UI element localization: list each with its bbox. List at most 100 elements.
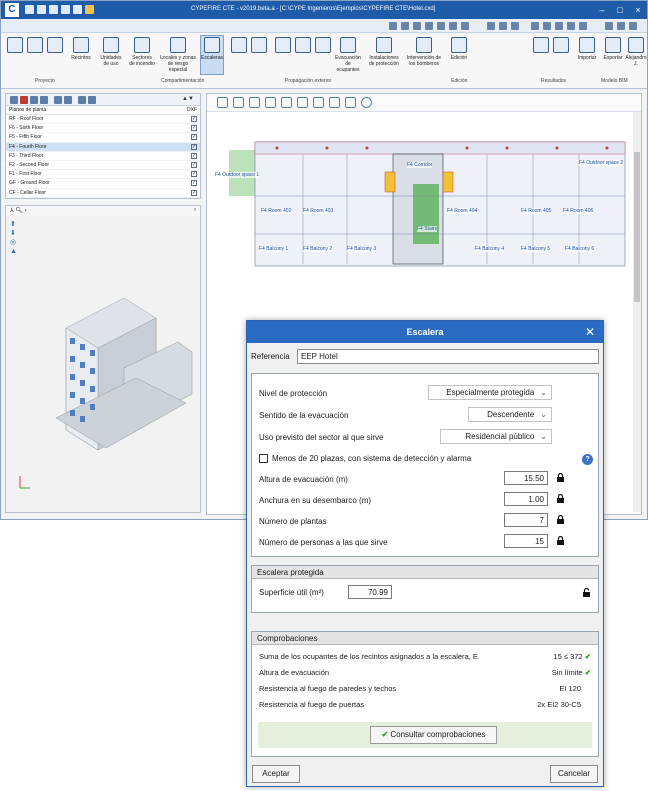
delete-icon[interactable]	[20, 96, 28, 104]
tool-icon[interactable]	[543, 22, 551, 30]
evacuacion-button[interactable]: Evacuación de ocupantes	[333, 37, 363, 73]
recintos-button[interactable]: Recintos	[67, 37, 95, 61]
close-icon[interactable]: ×	[631, 4, 645, 16]
lock-icon[interactable]	[556, 494, 566, 504]
importar-button[interactable]: Importar	[575, 37, 599, 61]
plan-label[interactable]: F4 Balcony 1	[259, 246, 289, 252]
maximize-icon[interactable]: □	[613, 4, 627, 16]
tool-icon[interactable]	[579, 22, 587, 30]
tool-icon[interactable]	[511, 22, 519, 30]
floor-row[interactable]: GF - Ground Floor ✓	[6, 179, 200, 189]
plan-label[interactable]: F4 Stairs	[417, 226, 438, 232]
anchura-input[interactable]: 1.00	[504, 492, 548, 506]
floor-row[interactable]: CF - Cellar Floor ✓	[6, 189, 200, 198]
minimize-icon[interactable]: –	[595, 4, 609, 16]
tool-icon[interactable]	[499, 22, 507, 30]
align-icon[interactable]	[313, 97, 324, 108]
floor-dxf-checkbox[interactable]: ✓	[191, 116, 197, 122]
plan-label[interactable]: F4 Corridor	[407, 162, 433, 168]
floors-button[interactable]	[47, 37, 63, 53]
floor-row[interactable]: F5 - Fifth Floor ✓	[6, 133, 200, 143]
plan-label[interactable]: F4 Balcony 5	[521, 246, 551, 252]
plan-label[interactable]: F4 Outdoor space 2	[579, 160, 624, 166]
floor-dxf-checkbox[interactable]: ✓	[191, 143, 197, 150]
app-logo[interactable]: C	[5, 3, 19, 17]
scroll-right-icon[interactable]: ›	[194, 207, 196, 213]
copy-icon[interactable]	[30, 96, 38, 104]
arrow-up-icon[interactable]	[54, 96, 62, 104]
escaleras-button[interactable]: Escaleras	[201, 37, 223, 61]
view-icon[interactable]	[413, 22, 421, 30]
unidades-button[interactable]: Unidades de uso	[97, 37, 125, 67]
nivel-select[interactable]: Especialmente protegida ⌄	[428, 385, 552, 400]
sentido-select[interactable]: Descendente ⌄	[468, 407, 552, 422]
tool-icon[interactable]	[531, 22, 539, 30]
view-icon[interactable]	[449, 22, 457, 30]
view-icon[interactable]	[401, 22, 409, 30]
ribbon-tool-icon[interactable]	[251, 37, 267, 53]
floor-dxf-checkbox[interactable]: ✓	[191, 171, 197, 178]
reference-input[interactable]: EEP Hotel	[297, 349, 599, 364]
customize-icon[interactable]	[85, 5, 94, 14]
uso-select[interactable]: Residencial público ⌄	[440, 429, 552, 444]
superficie-input[interactable]: 70.99	[348, 585, 392, 599]
floor-row[interactable]: F4 - Fourth Floor ✓	[6, 142, 200, 152]
sectores-button[interactable]: Sectores de incendio	[127, 37, 157, 67]
altura-input[interactable]: 15.50	[504, 471, 548, 485]
draw-icon[interactable]	[233, 97, 244, 108]
plan-label[interactable]: F4 Balcony 4	[475, 246, 505, 252]
menos20-checkbox[interactable]	[259, 454, 268, 463]
help-icon[interactable]	[73, 5, 82, 14]
view-icon[interactable]	[437, 22, 445, 30]
plan-label[interactable]: F4 Balcony 3	[347, 246, 377, 252]
plan-label[interactable]: F4 Room 402	[261, 208, 292, 214]
pencil-icon[interactable]	[217, 97, 228, 108]
floor-dxf-checkbox[interactable]: ✓	[191, 161, 197, 168]
personas-input[interactable]: 15	[504, 534, 548, 548]
view-icon[interactable]	[78, 96, 86, 104]
plan-label[interactable]: F4 Balcony 6	[565, 246, 595, 252]
unlock-icon[interactable]	[582, 588, 592, 598]
chevron-down-icon[interactable]: ▲▼	[182, 96, 194, 104]
floor-row[interactable]: F1 - First Floor ✓	[6, 170, 200, 180]
undo-icon[interactable]	[37, 5, 46, 14]
scrollbar-thumb[interactable]	[634, 152, 640, 302]
tool-icon[interactable]	[555, 22, 563, 30]
results-icon[interactable]	[533, 37, 549, 53]
instalaciones-button[interactable]: Instalaciones de protección	[367, 37, 401, 67]
consultar-comprobaciones-button[interactable]: ✔ Consultar comprobaciones	[370, 726, 497, 744]
check-icon[interactable]	[345, 97, 356, 108]
ribbon-tool-icon[interactable]	[275, 37, 291, 53]
paste-icon[interactable]	[40, 96, 48, 104]
edicion-button[interactable]: Edición	[447, 37, 471, 61]
ribbon-tool-icon[interactable]	[295, 37, 311, 53]
plan-label[interactable]: F4 Outdoor space 1	[215, 172, 260, 178]
tool-icon[interactable]	[487, 22, 495, 30]
plan-label[interactable]: F4 Room 403	[303, 208, 334, 214]
view-icon[interactable]	[389, 22, 397, 30]
view-icon[interactable]	[425, 22, 433, 30]
lock-icon[interactable]	[556, 515, 566, 525]
tool-icon[interactable]	[629, 22, 637, 30]
align-icon[interactable]	[329, 97, 340, 108]
vertical-scrollbar[interactable]	[633, 112, 641, 512]
locales-button[interactable]: Locales y zonas de riesgo especial	[159, 37, 197, 73]
settings-icon[interactable]	[361, 97, 372, 108]
ribbon-tool-icon[interactable]	[315, 37, 331, 53]
close-icon[interactable]: ✕	[585, 325, 595, 339]
grid-icon[interactable]	[88, 96, 96, 104]
floor-dxf-checkbox[interactable]: ✓	[191, 134, 197, 141]
tool-icon[interactable]	[605, 22, 613, 30]
search-icon[interactable]	[553, 37, 569, 53]
user-button[interactable]: Alejandro J.	[625, 37, 647, 67]
intervencion-button[interactable]: Intervención de los bomberos	[405, 37, 443, 67]
floor-dxf-checkbox[interactable]: ✓	[191, 125, 197, 132]
save-icon[interactable]	[25, 5, 34, 14]
plan-label[interactable]: F4 Room 406	[563, 208, 594, 214]
plans-button[interactable]	[27, 37, 43, 53]
help-icon[interactable]: ?	[582, 454, 593, 465]
arrow-down-icon[interactable]	[64, 96, 72, 104]
lock-icon[interactable]	[556, 536, 566, 546]
settings-icon[interactable]	[61, 5, 70, 14]
plantas-input[interactable]: 7	[504, 513, 548, 527]
